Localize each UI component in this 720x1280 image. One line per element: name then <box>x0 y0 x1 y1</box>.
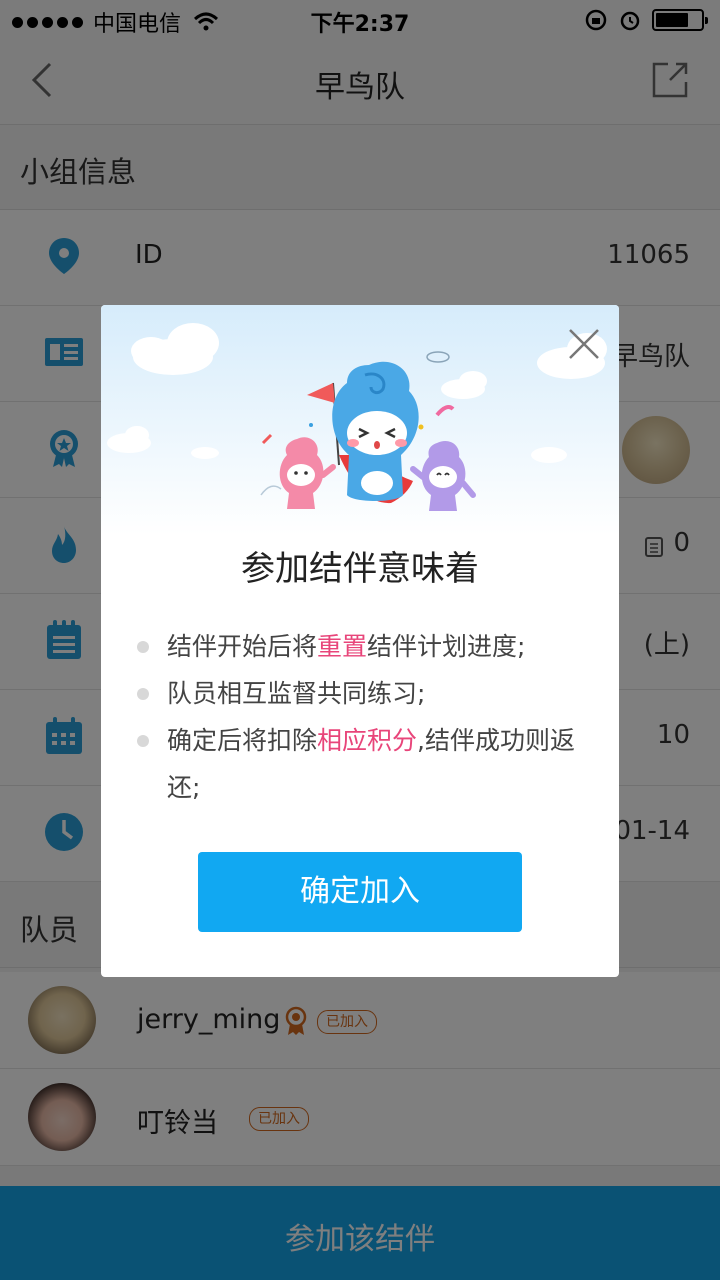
join-confirm-dialog: 参加结伴意味着 结伴开始后将重置结伴计划进度; 队员相互监督共同练习; 确定后将… <box>101 305 619 977</box>
dialog-illustration <box>101 305 619 535</box>
dialog-bullet: 队员相互监督共同练习; <box>137 670 597 717</box>
bullet-text: 结伴计划进度; <box>367 632 526 661</box>
confirm-join-button[interactable]: 确定加入 <box>198 852 522 932</box>
bullet-text: 确定后将扣除 <box>167 726 318 755</box>
dialog-bullet: 结伴开始后将重置结伴计划进度; <box>137 623 597 670</box>
dialog-bullet-list: 结伴开始后将重置结伴计划进度; 队员相互监督共同练习; 确定后将扣除相应积分,结… <box>137 623 597 811</box>
bullet-highlight: 相应积分 <box>317 726 418 755</box>
dialog-title: 参加结伴意味着 <box>241 549 479 589</box>
mascot-illustration <box>107 323 607 511</box>
bullet-text: 队员相互监督共同练习; <box>167 679 426 708</box>
dialog-bullet: 确定后将扣除相应积分,结伴成功则返还; <box>137 717 597 811</box>
bullet-highlight: 重置 <box>317 632 368 661</box>
bullet-text: 结伴开始后将 <box>167 632 318 661</box>
close-icon[interactable] <box>567 327 601 361</box>
